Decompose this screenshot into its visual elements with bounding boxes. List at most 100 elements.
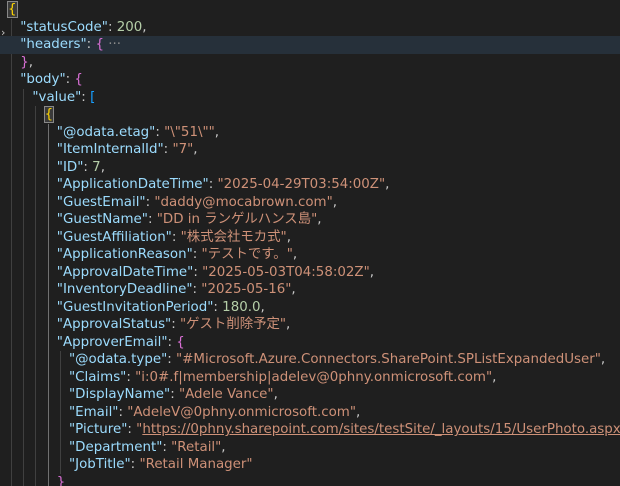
code-token: : (162, 439, 172, 455)
code-token: "#Microsoft.Azure.Connectors.SharePoint.… (176, 352, 601, 367)
code-line[interactable]: { (0, 1, 620, 19)
code-token: "JobTitle" (69, 457, 131, 472)
code-token: "Department" (69, 439, 163, 455)
code-token: "i:0#.f|membership|adelev@0phny.onmicros… (135, 369, 493, 385)
code-token: , (28, 54, 33, 70)
code-line[interactable]: "DisplayName": "Adele Vance", (0, 386, 620, 404)
code-token: { (176, 334, 185, 350)
code-token: : (167, 352, 177, 367)
code-token: "DD in ランゲルハンス島" (156, 212, 318, 227)
code-token: : (192, 282, 202, 297)
code-token: } (20, 54, 29, 70)
code-token: , (221, 439, 226, 455)
code-token: "Picture" (69, 422, 128, 437)
code-token: "ApplicationDateTime" (56, 177, 209, 192)
code-token: "2025-04-29T03:54:00Z" (217, 177, 386, 192)
code-token: : (192, 247, 202, 262)
code-token: : (107, 19, 117, 35)
code-token: : (170, 387, 179, 402)
code-line[interactable]: "Claims": "i:0#.f|membership|adelev@0phn… (0, 369, 620, 387)
code-token: "株式会社モカ式" (180, 229, 287, 245)
code-line[interactable]: "GuestName": "DD in ランゲルハンス島", (0, 211, 620, 229)
code-token: [ (90, 89, 96, 105)
code-line[interactable]: "body": { (0, 71, 620, 89)
code-token: : (83, 159, 93, 175)
code-token: { (7, 1, 18, 18)
code-token: "headers" (20, 37, 87, 52)
code-token: 180.0 (222, 299, 261, 315)
code-token: "ApproverEmail" (56, 334, 168, 350)
code-token: { (43, 106, 55, 123)
code-token: : (171, 229, 181, 245)
code-line[interactable]: "InventoryDeadline": "2025-05-16", (0, 281, 620, 299)
code-line[interactable]: "statusCode": 200, (0, 19, 620, 37)
code-line[interactable]: "JobTitle": "Retail Manager" (0, 456, 620, 474)
code-token: "ゲスト削除予定" (179, 317, 287, 332)
code-token: "ApprovalDateTime" (56, 264, 194, 280)
code-line[interactable]: "ItemInternalId": "7", (0, 141, 620, 159)
code-line[interactable]: "ApproverEmail": { (0, 334, 620, 352)
code-line[interactable]: "GuestAffiliation": "株式会社モカ式", (0, 229, 620, 247)
code-line[interactable]: "Email": "AdeleV@0phny.onmicrosoft.com", (0, 404, 620, 422)
code-token: "Adele Vance" (178, 387, 274, 402)
code-token[interactable]: https://0phny.sharepoint.com/sites/testS… (142, 422, 620, 437)
code-token: : (118, 404, 128, 420)
code-line[interactable]: "headers": { ··· (0, 36, 620, 54)
json-editor[interactable]: {"statusCode": 200, "headers": { ···}, "bo… (0, 0, 620, 486)
code-token: { (95, 37, 104, 52)
code-line[interactable]: }, (0, 54, 620, 72)
code-token: , (193, 142, 198, 157)
code-line[interactable]: "ApplicationReason": "テストです。", (0, 246, 620, 264)
code-token: 7 (92, 159, 101, 175)
code-line[interactable]: "GuestInvitationPeriod": 180.0, (0, 299, 620, 317)
code-token: , (100, 159, 105, 175)
code-token: "AdeleV@0phny.onmicrosoft.com" (127, 404, 356, 420)
code-token: "ApprovalStatus" (56, 317, 172, 332)
code-token: , (332, 194, 337, 210)
code-line[interactable]: "ApprovalStatus": "ゲスト削除予定", (0, 316, 620, 334)
code-token: , (369, 264, 374, 280)
code-line[interactable]: "ID": 7, (0, 159, 620, 177)
code-token: "@odata.etag" (56, 124, 156, 140)
code-token: 200 (116, 19, 143, 35)
code-line[interactable]: "value": [ (0, 89, 620, 107)
code-token: : (81, 89, 91, 105)
code-token: "InventoryDeadline" (56, 282, 193, 297)
code-token: , (317, 212, 322, 227)
code-token: : (213, 299, 223, 315)
code-token: "Email" (69, 404, 119, 420)
code-token: "@odata.type" (69, 352, 168, 367)
code-token: "ID" (56, 159, 84, 175)
code-token: : (127, 422, 137, 437)
code-token: : (208, 177, 218, 192)
code-token: , (292, 247, 298, 262)
code-line[interactable]: "@odata.etag": "\"51\"", (0, 124, 620, 142)
code-token: "2025-05-16" (201, 282, 292, 297)
code-token: "GuestEmail" (56, 194, 146, 210)
code-token: , (355, 404, 361, 420)
code-line[interactable]: } (0, 474, 620, 486)
code-token: "GuestName" (56, 212, 148, 227)
code-line[interactable]: "ApplicationDateTime": "2025-04-29T03:54… (0, 176, 620, 194)
code-token: , (286, 317, 291, 332)
code-line[interactable]: "Picture": "https://0phny.sharepoint.com… (0, 421, 620, 439)
code-token: : (193, 264, 203, 280)
code-token: "value" (32, 89, 82, 105)
code-line[interactable]: "GuestEmail": "daddy@mocabrown.com", (0, 194, 620, 212)
code-token: "Claims" (69, 369, 127, 385)
code-token: : (171, 317, 180, 332)
code-token: { (74, 72, 83, 87)
code-token: ··· (103, 37, 122, 52)
code-token: "ItemInternalId" (56, 142, 164, 157)
code-line[interactable]: "ApprovalDateTime": "2025-05-03T04:58:02… (0, 264, 620, 282)
fold-chevron-right-icon[interactable]: › (1, 26, 5, 39)
code-token: "GuestInvitationPeriod" (56, 299, 214, 315)
code-line[interactable]: "Department": "Retail", (0, 439, 620, 457)
code-line[interactable]: { (0, 106, 620, 124)
code-token: : (147, 212, 157, 227)
code-token: : (167, 334, 177, 350)
code-token: "Retail" (171, 439, 222, 455)
code-token: : (126, 369, 136, 385)
code-token: "Retail Manager" (139, 457, 253, 472)
code-line[interactable]: "@odata.type": "#Microsoft.Azure.Connect… (0, 351, 620, 369)
